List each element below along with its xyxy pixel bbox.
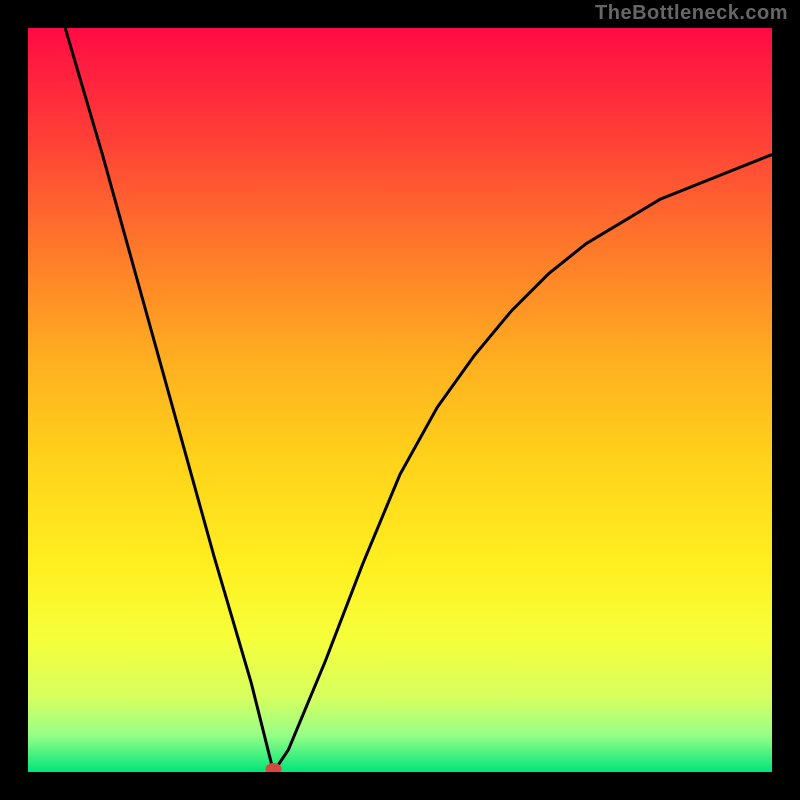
- plot-svg: [28, 28, 772, 772]
- plot-area: [28, 28, 772, 772]
- gradient-rect: [28, 28, 772, 772]
- watermark-text: TheBottleneck.com: [595, 2, 788, 25]
- chart-frame: TheBottleneck.com: [0, 0, 800, 800]
